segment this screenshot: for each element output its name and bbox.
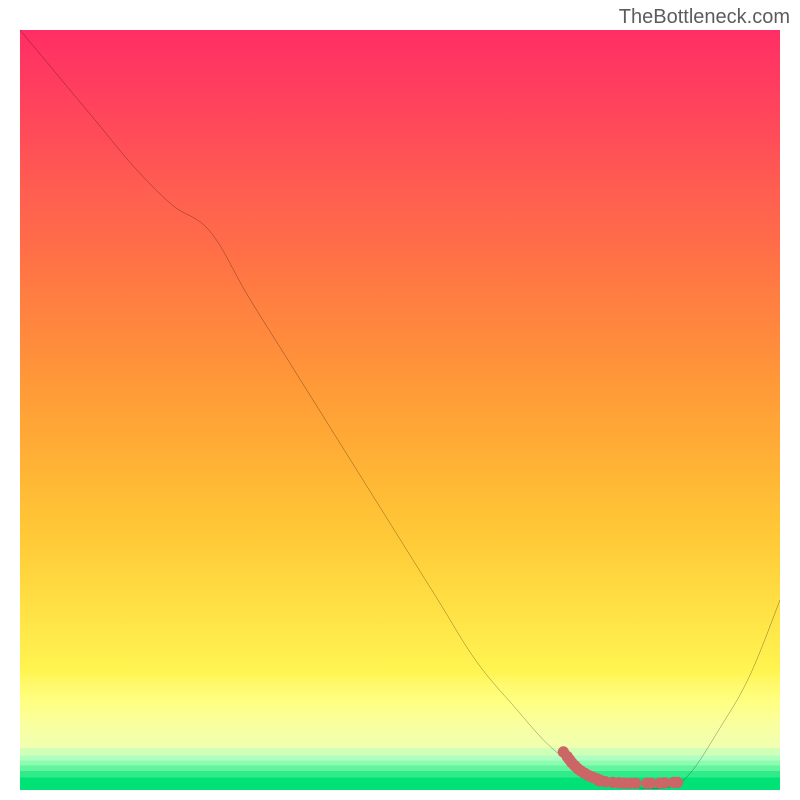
markers-svg — [20, 30, 780, 790]
chart-container: TheBottleneck.com — [0, 0, 800, 800]
marker-dot — [672, 777, 683, 788]
highlight-dots — [558, 746, 683, 789]
plot-area — [20, 30, 780, 790]
watermark-text: TheBottleneck.com — [619, 6, 790, 29]
marker-dot — [630, 777, 641, 788]
